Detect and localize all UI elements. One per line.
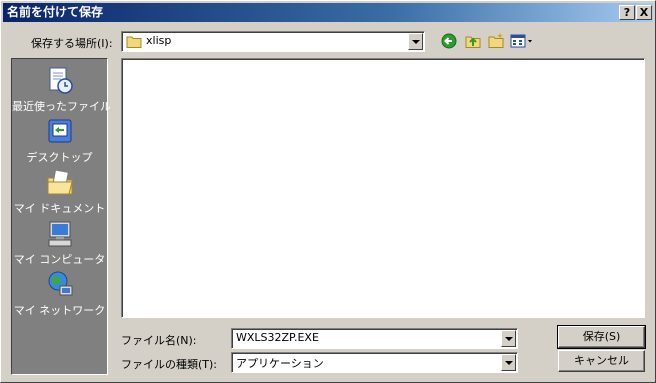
place-label: マイ コンピュータ [13,253,106,266]
filetype-label: ファイルの種類(T): [121,358,218,371]
filetype-value: アプリケーション [236,357,324,370]
place-label: デスクトップ [26,151,93,164]
dialog-title: 名前を付けて保存 [7,5,104,19]
place-label: 最近使ったファイル [12,100,111,113]
filetype-dropdown-arrow[interactable] [501,354,516,371]
places-bar: 最近使ったファイル デスクトップ マイ ドキュメント マイ コンピュータ マイ … [11,58,111,375]
view-menu-icon[interactable] [510,32,534,50]
place-my-network[interactable]: マイ ネットワーク [12,270,107,320]
new-folder-icon[interactable] [487,32,505,50]
filename-label: ファイル名(N): [121,334,197,347]
filename-value: WXLS32ZP.EXE [236,331,319,344]
recent-documents-icon [49,67,73,94]
my-computer-icon [48,221,72,247]
save-location-dropdown-arrow[interactable] [408,33,423,50]
my-network-icon [48,271,73,296]
cancel-button[interactable]: キャンセル [558,350,645,372]
filename-input[interactable]: WXLS32ZP.EXE [231,328,518,349]
place-label: マイ ネットワーク [13,304,106,317]
filetype-dropdown[interactable]: アプリケーション [231,352,518,373]
save-location-value: xlisp [146,34,172,47]
desktop-icon [48,119,72,143]
place-recent[interactable]: 最近使ったファイル [12,66,111,116]
back-icon[interactable] [440,32,458,50]
my-documents-icon [47,169,73,195]
up-folder-icon[interactable] [464,32,482,50]
save-button[interactable]: 保存(S) [557,325,646,349]
place-my-documents[interactable]: マイ ドキュメント [12,168,107,218]
file-list[interactable] [121,58,645,318]
place-label: マイ ドキュメント [13,202,106,215]
place-desktop[interactable]: デスクトップ [12,117,107,167]
filename-dropdown-arrow[interactable] [501,330,516,347]
close-button[interactable]: X [636,5,652,20]
folder-icon [126,36,142,48]
save-location-label: 保存する場所(I): [31,37,113,50]
place-my-computer[interactable]: マイ コンピュータ [12,219,107,269]
help-button[interactable]: ? [619,5,635,20]
save-as-dialog: 名前を付けて保存 ? X 保存する場所(I): xlisp 最近使ったファイル … [0,0,656,383]
title-bar[interactable]: 名前を付けて保存 ? X [3,3,653,22]
save-location-dropdown[interactable]: xlisp [121,31,425,52]
